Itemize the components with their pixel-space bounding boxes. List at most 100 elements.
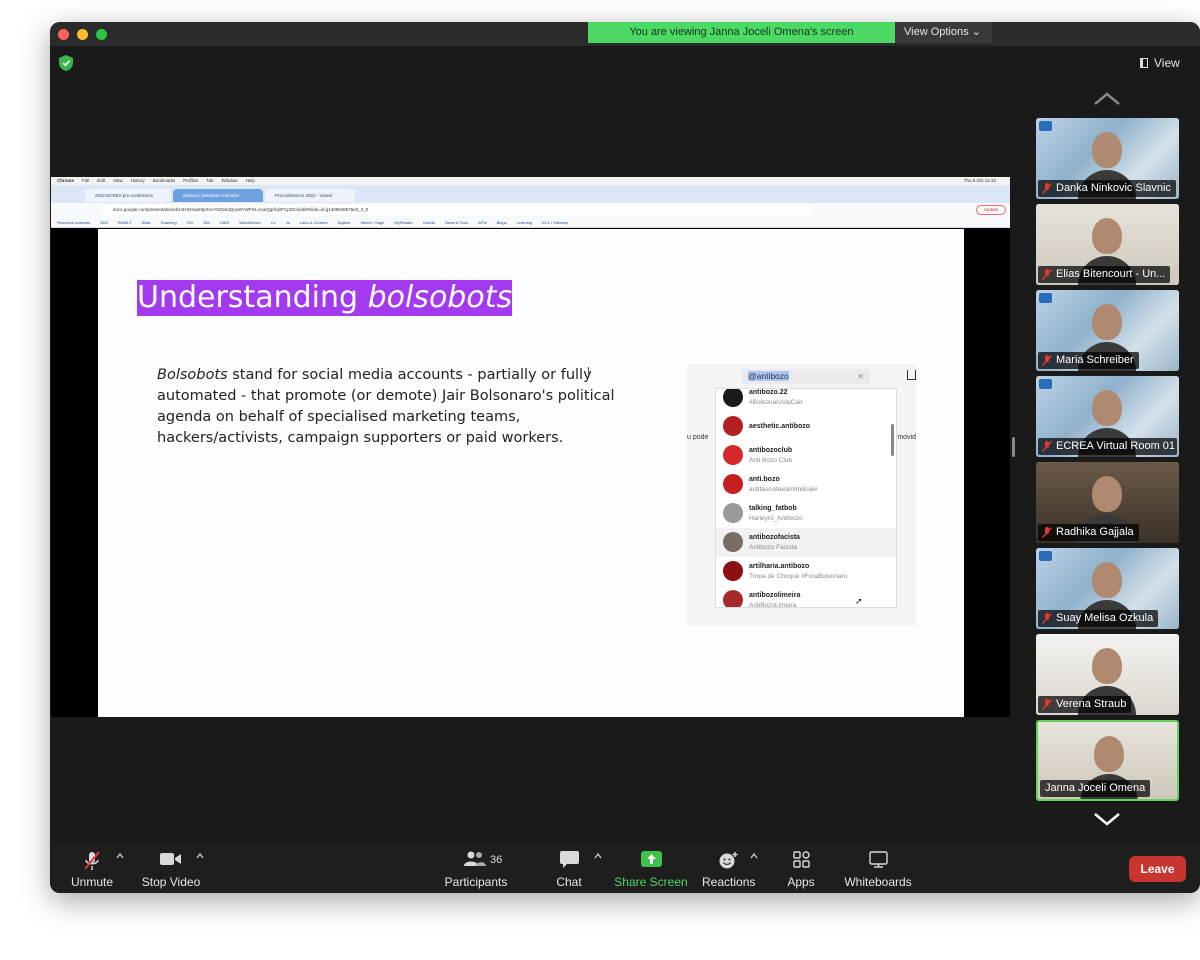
bookmark-item[interactable]: Grants	[423, 220, 435, 225]
participant-name: ECREA Virtual Room 01	[1056, 440, 1176, 452]
bookmark-item[interactable]: DM	[203, 220, 209, 225]
participant-tile[interactable]: Maria Schreiber	[1036, 290, 1179, 371]
browser-tab-active[interactable]: abstract_bolsobots metodos	[173, 189, 263, 202]
participant-tile[interactable]: Suay Melisa Ozkula	[1036, 548, 1179, 629]
participant-name: Janna Joceli Omena	[1045, 782, 1146, 794]
view-options-button[interactable]: View Options ⌄	[895, 22, 992, 43]
muted-mic-icon	[1042, 441, 1052, 452]
chevron-up-icon[interactable]	[1093, 92, 1121, 106]
bookmark-item[interactable]: Blogs	[497, 220, 507, 225]
share-screen-button[interactable]: Share Screen	[614, 851, 688, 891]
menubar-item[interactable]: Tab	[206, 178, 213, 183]
panel-resize-handle[interactable]	[1012, 437, 1015, 457]
bookmark-item[interactable]: Labs & Centres	[300, 220, 328, 225]
shield-icon[interactable]	[59, 55, 73, 71]
bookmark-item[interactable]: MyReader	[394, 220, 412, 225]
muted-mic-icon	[1042, 699, 1052, 710]
bookmark-item[interactable]: Slots	[142, 220, 151, 225]
menubar-item[interactable]: History	[131, 178, 145, 183]
participant-video	[1092, 562, 1122, 598]
ecrea-logo-icon	[1039, 551, 1052, 561]
participants-icon	[464, 851, 486, 866]
home-icon	[907, 370, 916, 380]
bookmark-item[interactable]: News & Tech	[445, 220, 468, 225]
menubar-item[interactable]: Edit	[97, 178, 105, 183]
menubar-item[interactable]: Chrome	[57, 178, 74, 183]
participant-video	[1092, 648, 1122, 684]
caret-up-icon[interactable]	[594, 852, 602, 860]
unmute-button[interactable]: Unmute	[64, 851, 120, 891]
title-bar: You are viewing Janna Joceli Omena's scr…	[50, 22, 1200, 46]
bookmark-item[interactable]: CAIR	[220, 220, 230, 225]
participants-button[interactable]: 36 Participants	[442, 851, 510, 891]
participant-name-label: Suay Melisa Ozkula	[1038, 610, 1159, 627]
chevron-down-icon[interactable]	[1093, 812, 1121, 826]
bookmark-item[interactable]: APIs	[478, 220, 486, 225]
chat-button[interactable]: Chat	[550, 851, 588, 891]
bookmark-item[interactable]: DMI	[100, 220, 107, 225]
participant-tile[interactable]: Janna Joceli Omena	[1036, 720, 1179, 801]
stop-video-button[interactable]: Stop Video	[138, 851, 204, 891]
menubar-item[interactable]: View	[113, 178, 123, 183]
participant-tile[interactable]: Verena Straub	[1036, 634, 1179, 715]
clear-icon: ✕	[857, 372, 864, 381]
participant-video	[1092, 476, 1122, 512]
bookmark-item[interactable]: Teaching	[161, 220, 177, 225]
view-button[interactable]: View	[1140, 53, 1195, 73]
participant-name-label: ECREA Virtual Room 01	[1038, 438, 1177, 455]
participant-tile[interactable]: Radhika Gajjala	[1036, 462, 1179, 543]
menubar-item[interactable]: Window	[222, 178, 238, 183]
bookmark-item[interactable]: RMMLT	[118, 220, 132, 225]
caret-up-icon[interactable]	[750, 852, 758, 860]
participant-tile[interactable]: Danka Ninkovic Slavnic	[1036, 118, 1179, 199]
text-cursor-icon: I	[587, 366, 590, 377]
view-label: View	[1154, 56, 1180, 70]
participant-name-label: Verena Straub	[1038, 696, 1132, 713]
bookmark-item[interactable]: Ja	[286, 220, 290, 225]
bookmark-item[interactable]: Digitize	[337, 220, 350, 225]
menubar-item[interactable]: Profiles	[183, 178, 198, 183]
address-field[interactable]: docs.google.com/presentation/d/14HXi0xqK…	[101, 205, 813, 215]
bookmarks-bar: Research software DMI RMMLT Slots Teaching Te…	[51, 217, 1010, 228]
reactions-button[interactable]: Reactions	[702, 851, 755, 891]
address-bar-row: docs.google.com/presentation/d/14HXi0xqK…	[51, 203, 1010, 217]
ig-avatar	[723, 416, 743, 436]
ig-result-row: antibozofacista Antibozo Facista	[716, 528, 896, 557]
menubar-item[interactable]: Help	[246, 178, 255, 183]
ig-avatar	[723, 532, 743, 552]
close-window-button[interactable]	[58, 29, 69, 40]
share-screen-icon	[641, 851, 662, 867]
viewing-banner: You are viewing Janna Joceli Omena's scr…	[588, 22, 895, 43]
zoom-window-button[interactable]	[96, 29, 107, 40]
participant-tile[interactable]: Elias Bitencourt - Un...	[1036, 204, 1179, 285]
slide-title: Understanding bolsobots	[137, 280, 513, 316]
menubar-item[interactable]: Bookmarks	[153, 178, 176, 183]
bookmark-item[interactable]: TeX	[187, 220, 194, 225]
caret-up-icon[interactable]	[196, 852, 204, 860]
apps-button[interactable]: Apps	[784, 851, 818, 891]
participant-tile[interactable]: ECREA Virtual Room 01	[1036, 376, 1179, 457]
browser-tab[interactable]: Preconference 2022 - Visual	[265, 189, 355, 202]
bookmark-item[interactable]: Research software	[57, 220, 90, 225]
browser-tab[interactable]: 2022 ECREA pre-conference	[85, 189, 171, 202]
bookmark-item[interactable]: Cx	[271, 220, 276, 225]
chat-label: Chat	[556, 875, 582, 889]
ig-result-row: anti.bozo antifascista#antimilicia#	[716, 470, 896, 499]
bookmark-item[interactable]: Meme / Sage	[361, 220, 385, 225]
minimize-window-button[interactable]	[77, 29, 88, 40]
slide-title-italic: bolsobots	[367, 280, 513, 315]
update-button[interactable]: Update	[976, 205, 1006, 215]
bookmark-item[interactable]: Learning	[517, 220, 533, 225]
whiteboards-button[interactable]: Whiteboards	[842, 851, 914, 891]
menubar-item[interactable]: File	[82, 178, 89, 183]
muted-mic-icon	[1042, 355, 1052, 366]
ig-avatar	[723, 445, 743, 465]
slide-body-text: Bolsobots stand for social media account…	[157, 365, 617, 449]
muted-mic-icon	[84, 851, 100, 870]
bookmark-item[interactable]: WebArchive	[239, 220, 261, 225]
ig-handle: antibozofacista	[749, 534, 800, 541]
caret-up-icon[interactable]	[116, 852, 124, 860]
leave-button[interactable]: Leave	[1129, 856, 1186, 882]
ig-result-row: antibozoclub Anti Bozo Club	[716, 441, 896, 470]
bookmark-item[interactable]: KCL / Sitemap	[542, 220, 568, 225]
